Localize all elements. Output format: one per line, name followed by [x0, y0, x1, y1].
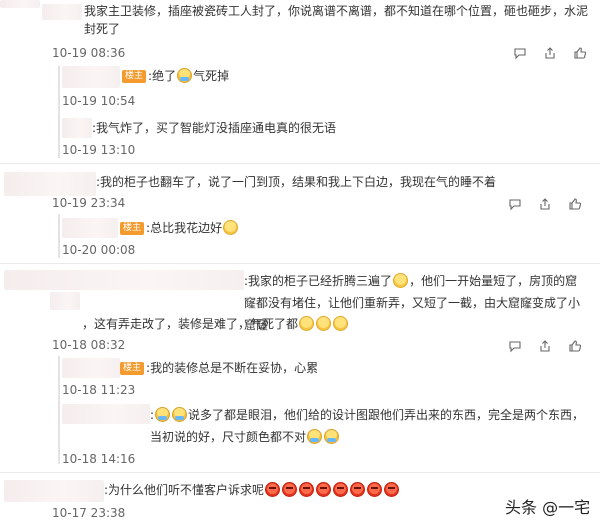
reply-text: 楼主:总比我花边好	[120, 218, 239, 238]
cry-emoji-icon	[324, 429, 340, 444]
like-icon[interactable]	[560, 196, 590, 212]
author-badge: 楼主	[122, 70, 147, 83]
laugh-emoji-icon	[299, 316, 315, 331]
angry-emoji-icon	[265, 482, 281, 497]
comment-text: :为什么他们听不懂客户诉求呢	[104, 480, 400, 500]
cry-emoji-icon	[307, 429, 323, 444]
share-icon[interactable]	[530, 196, 560, 212]
author-badge: 楼主	[120, 222, 145, 235]
reply-thread-line	[58, 66, 60, 158]
cry-emoji-icon	[155, 407, 171, 422]
reply-time: 10-20 00:08	[62, 243, 136, 257]
reply-thread-line	[58, 214, 60, 258]
comment-text: 我家主卫装修，插座被瓷砖工人封了，你说离谱不离谱，都不知道在哪个位置，砸也砸步，…	[84, 4, 589, 36]
angry-emoji-icon	[299, 482, 315, 497]
cry-emoji-icon	[177, 68, 193, 83]
angry-emoji-icon	[384, 482, 400, 497]
reply-username-blurred[interactable]	[62, 358, 120, 378]
avatar[interactable]	[4, 480, 104, 502]
comment-text: :我的柜子也翻车了，说了一门到顶，结果和我上下白边，我现在气的睡不着	[96, 175, 497, 189]
reply-text: : 说多了都是眼泪，他们给的设计图跟他们弄出来的东西，完全是两个东西，当初说的好，…	[150, 407, 585, 444]
watermark: 头条 @一宅	[505, 498, 591, 517]
laugh-emoji-icon	[333, 316, 349, 331]
laugh-emoji-icon	[316, 316, 332, 331]
reply-username-blurred[interactable]	[62, 218, 118, 238]
share-icon[interactable]	[530, 338, 560, 354]
avatar[interactable]	[4, 172, 96, 196]
comment-time: 10-19 23:34	[52, 196, 126, 210]
comment-time: 10-17 23:38	[52, 506, 126, 520]
comment-actions	[500, 338, 590, 354]
comment-time: 10-18 08:32	[52, 338, 126, 352]
reply-text: :我气炸了，买了智能灯没插座通电真的很无语	[92, 121, 337, 135]
angry-emoji-icon	[282, 482, 298, 497]
comment-text-line3: ，这有弄走改了，装修是难了，气死了都	[82, 314, 349, 334]
angry-emoji-icon	[333, 482, 349, 497]
angry-emoji-icon	[316, 482, 332, 497]
comment-divider	[0, 163, 600, 164]
reply-icon[interactable]	[505, 45, 535, 61]
reply-time: 10-19 13:10	[62, 143, 136, 157]
reply-text: 楼主:绝了 气死掉	[122, 66, 229, 86]
username-blurred[interactable]	[42, 4, 82, 20]
avatar[interactable]	[0, 0, 40, 8]
laugh-emoji-icon	[223, 220, 239, 235]
reply-time: 10-18 14:16	[62, 452, 136, 466]
reply-text: 楼主:我的装修总是不断在妥协，心累	[120, 358, 318, 378]
comment-divider	[0, 472, 600, 473]
reply-time: 10-19 10:54	[62, 94, 136, 108]
laugh-emoji-icon	[393, 273, 409, 288]
author-badge: 楼主	[120, 362, 145, 375]
cry-emoji-icon	[172, 407, 188, 422]
comment-actions	[505, 45, 595, 61]
angry-emoji-icon	[350, 482, 366, 497]
avatar[interactable]	[4, 270, 244, 290]
reply-thread-line	[58, 356, 60, 464]
reply-username-blurred[interactable]	[62, 66, 120, 88]
like-icon[interactable]	[565, 45, 595, 61]
comment-text-cont: .	[82, 292, 587, 314]
reply-icon[interactable]	[500, 338, 530, 354]
avatar[interactable]	[50, 292, 80, 310]
reply-icon[interactable]	[500, 196, 530, 212]
reply-time: 10-18 11:23	[62, 383, 136, 397]
reply-username-blurred[interactable]	[62, 118, 92, 138]
like-icon[interactable]	[560, 338, 590, 354]
reply-username-blurred[interactable]	[62, 404, 150, 424]
comment-time: 10-19 08:36	[52, 46, 126, 60]
share-icon[interactable]	[535, 45, 565, 61]
comment-divider	[0, 263, 600, 264]
comment-actions	[500, 196, 590, 212]
angry-emoji-icon	[367, 482, 383, 497]
